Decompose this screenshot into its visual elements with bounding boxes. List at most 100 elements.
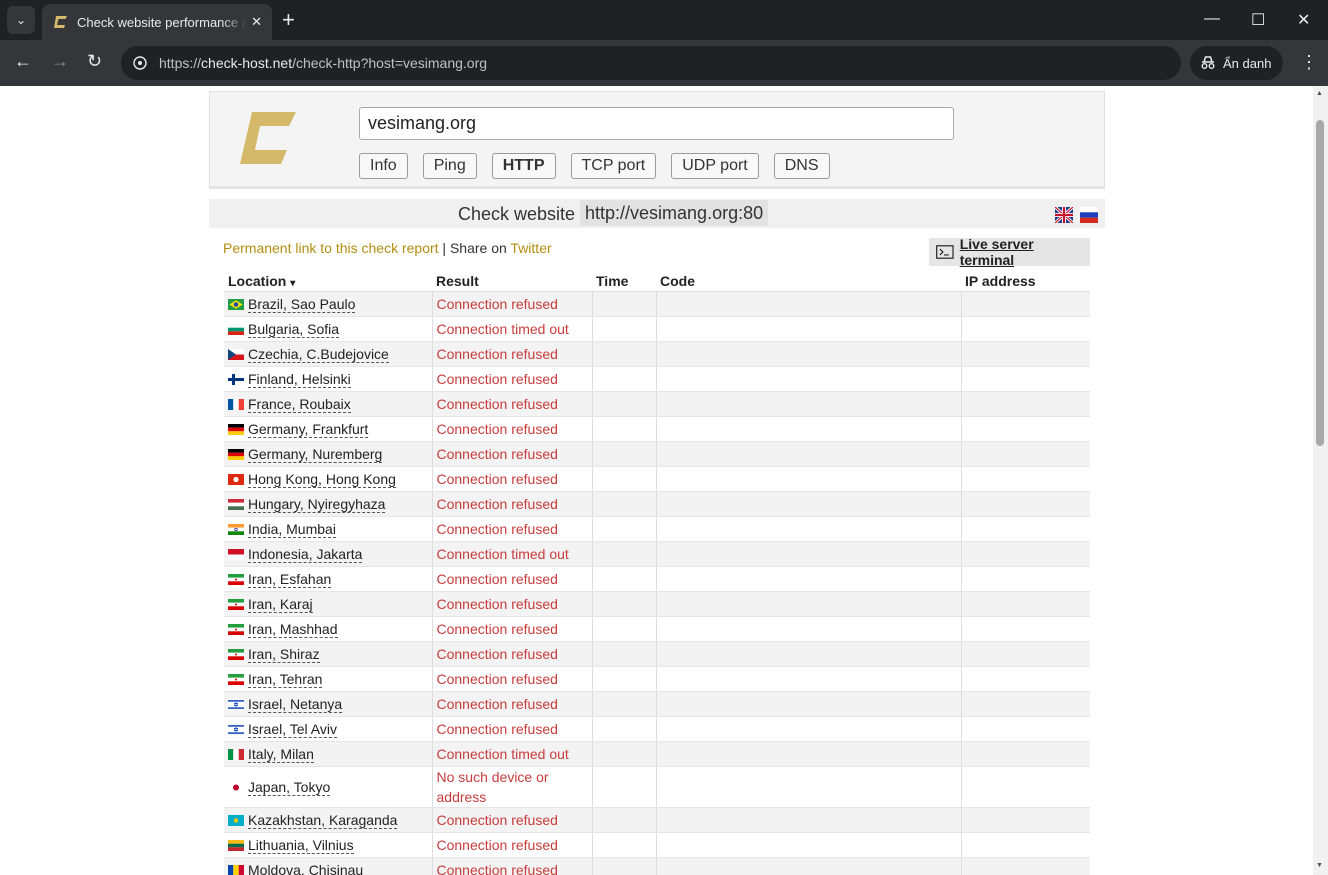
location-link[interactable]: Hong Kong, Hong Kong	[248, 471, 396, 488]
ir-flag-icon	[228, 598, 244, 610]
time-cell	[592, 616, 657, 642]
result-cell: Connection refused	[432, 516, 593, 542]
location-cell: Germany, Nuremberg	[224, 441, 433, 467]
cz-flag-icon	[228, 348, 244, 360]
minimize-icon[interactable]: —	[1204, 10, 1220, 28]
location-link[interactable]: India, Mumbai	[248, 521, 336, 538]
browser-menu-icon[interactable]: ⋮	[1300, 52, 1318, 73]
location-cell: Finland, Helsinki	[224, 366, 433, 392]
code-cell	[656, 807, 962, 833]
tab-search-button[interactable]: ⌄	[7, 6, 35, 34]
info-button[interactable]: Info	[359, 153, 408, 179]
id-flag-icon	[228, 548, 244, 560]
site-header: Info Ping HTTP TCP port UDP port DNS	[209, 91, 1105, 189]
twitter-link[interactable]: Twitter	[510, 240, 551, 256]
tab-close-icon[interactable]: ✕	[251, 14, 262, 30]
location-link[interactable]: Iran, Tehran	[248, 671, 323, 688]
udp-port-button[interactable]: UDP port	[671, 153, 759, 179]
ir-flag-icon	[228, 623, 244, 635]
host-input[interactable]	[359, 107, 954, 140]
location-link[interactable]: Hungary, Nyiregyhaza	[248, 496, 386, 513]
location-link[interactable]: Czechia, C.Budejovice	[248, 346, 389, 363]
location-link[interactable]: France, Roubaix	[248, 396, 351, 413]
location-link[interactable]: Brazil, Sao Paulo	[248, 296, 356, 313]
ip-cell	[961, 666, 1090, 692]
br-flag-icon	[228, 298, 244, 310]
result-cell: Connection refused	[432, 641, 593, 667]
location-link[interactable]: Israel, Tel Aviv	[248, 721, 337, 738]
location-link[interactable]: Moldova, Chisinau	[248, 862, 363, 875]
site-info-icon[interactable]	[133, 56, 147, 70]
back-arrow-icon[interactable]: ←	[14, 51, 32, 72]
location-link[interactable]: Japan, Tokyo	[248, 779, 331, 796]
dns-button[interactable]: DNS	[773, 153, 830, 179]
time-cell	[592, 416, 657, 442]
location-link[interactable]: Germany, Frankfurt	[248, 421, 369, 438]
http-button[interactable]: HTTP	[491, 153, 556, 179]
location-link[interactable]: Iran, Mashhad	[248, 621, 338, 638]
location-link[interactable]: Bulgaria, Sofia	[248, 321, 340, 338]
terminal-icon	[936, 245, 954, 259]
code-cell	[656, 766, 962, 808]
fr-flag-icon	[228, 398, 244, 410]
tcp-port-button[interactable]: TCP port	[570, 153, 657, 179]
location-link[interactable]: Iran, Shiraz	[248, 646, 320, 663]
ip-cell	[961, 341, 1090, 367]
close-window-icon[interactable]: ✕	[1297, 10, 1310, 30]
location-cell: Israel, Netanya	[224, 691, 433, 717]
location-link[interactable]: Lithuania, Vilnius	[248, 837, 354, 854]
reload-icon[interactable]: ↻	[87, 51, 102, 72]
ping-button[interactable]: Ping	[422, 153, 477, 179]
fi-flag-icon	[228, 373, 244, 385]
time-cell	[592, 716, 657, 742]
forward-arrow-icon[interactable]: →	[51, 51, 69, 72]
english-flag-icon[interactable]	[1055, 207, 1073, 223]
code-cell	[656, 541, 962, 567]
location-link[interactable]: Indonesia, Jakarta	[248, 546, 363, 563]
scroll-up-arrow-icon[interactable]: ▲	[1316, 90, 1323, 97]
maximize-icon[interactable]: ☐	[1251, 10, 1265, 30]
code-cell	[656, 366, 962, 392]
ip-cell	[961, 807, 1090, 833]
ir-flag-icon	[228, 648, 244, 660]
permalink-link[interactable]: Permanent link to this check report	[223, 240, 439, 256]
new-tab-button[interactable]: +	[282, 8, 295, 32]
scrollbar-thumb[interactable]	[1316, 120, 1324, 446]
ip-cell	[961, 691, 1090, 717]
location-link[interactable]: Finland, Helsinki	[248, 371, 351, 388]
time-cell	[592, 766, 657, 808]
check-host-logo[interactable]	[238, 110, 296, 166]
location-column-header[interactable]: Location ▾	[224, 271, 432, 292]
location-link[interactable]: Israel, Netanya	[248, 696, 343, 713]
check-type-nav: Info Ping HTTP TCP port UDP port DNS	[359, 153, 830, 179]
location-link[interactable]: Kazakhstan, Karaganda	[248, 812, 398, 829]
time-cell	[592, 341, 657, 367]
location-link[interactable]: Italy, Milan	[248, 746, 314, 763]
code-cell	[656, 491, 962, 517]
live-terminal-button[interactable]: Live server terminal	[929, 236, 1090, 268]
time-cell	[592, 291, 657, 317]
result-cell: Connection refused	[432, 291, 593, 317]
scroll-down-arrow-icon[interactable]: ▼	[1316, 862, 1323, 869]
ip-cell	[961, 591, 1090, 617]
result-row: Iran, Mashhad Connection refused	[224, 616, 1090, 642]
browser-tab[interactable]: Check website performance and ✕	[42, 4, 272, 40]
code-cell	[656, 291, 962, 317]
result-cell: Connection refused	[432, 566, 593, 592]
code-cell	[656, 832, 962, 858]
time-cell	[592, 491, 657, 517]
russian-flag-icon[interactable]	[1080, 207, 1098, 223]
location-cell: France, Roubaix	[224, 391, 433, 417]
page-scrollbar[interactable]: ▲ ▼	[1313, 86, 1328, 875]
location-link[interactable]: Iran, Karaj	[248, 596, 313, 613]
it-flag-icon	[228, 748, 244, 760]
browser-titlebar: ⌄ Check website performance and ✕ + — ☐ …	[0, 0, 1328, 40]
code-cell	[656, 316, 962, 342]
location-cell: Brazil, Sao Paulo	[224, 291, 433, 317]
result-cell: Connection refused	[432, 391, 593, 417]
result-row: Iran, Esfahan Connection refused	[224, 566, 1090, 592]
incognito-indicator[interactable]: Ẩn danh	[1190, 46, 1283, 80]
location-link[interactable]: Germany, Nuremberg	[248, 446, 383, 463]
location-link[interactable]: Iran, Esfahan	[248, 571, 332, 588]
address-bar[interactable]: https://check-host.net/check-http?host=v…	[121, 46, 1181, 80]
